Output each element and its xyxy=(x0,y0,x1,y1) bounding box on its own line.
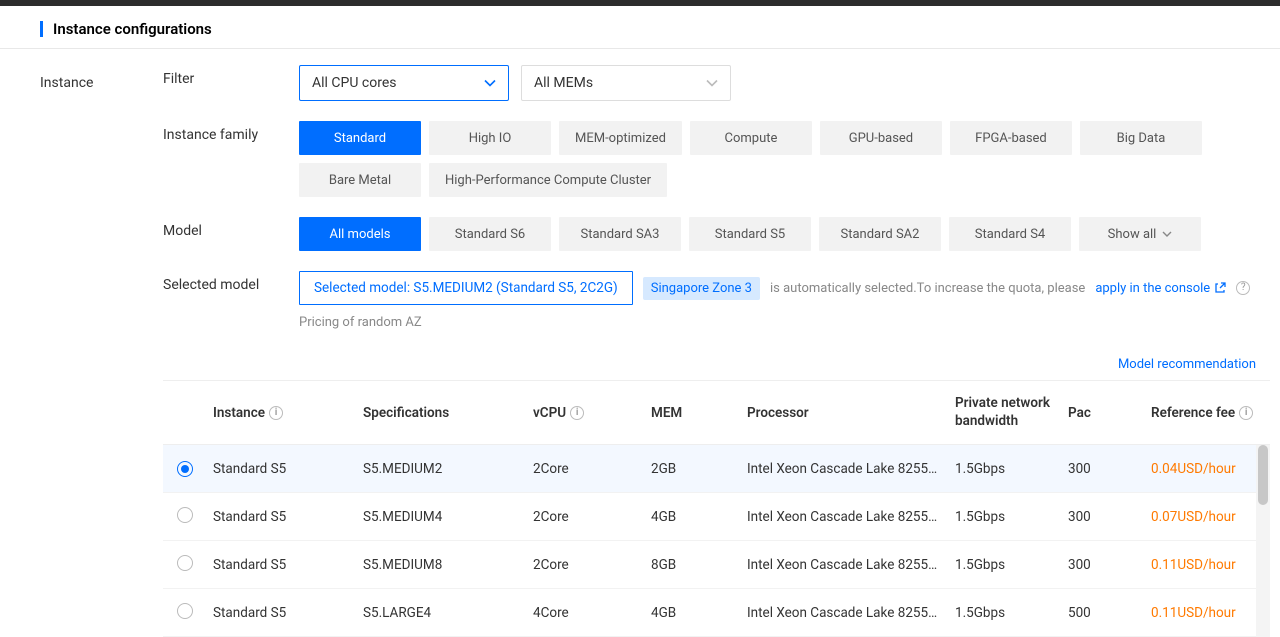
table-scrollbar[interactable] xyxy=(1256,445,1270,637)
chevron-down-icon xyxy=(706,79,718,87)
cell-vcpu: 2Core xyxy=(533,509,651,525)
mem-select[interactable]: All MEMs xyxy=(521,65,731,101)
section-header: Instance configurations xyxy=(0,6,1280,49)
row-radio[interactable] xyxy=(177,507,193,523)
model-chip[interactable]: Standard S5 xyxy=(689,217,811,251)
th-processor: Processor xyxy=(747,405,955,421)
cell-bandwidth: 1.5Gbps xyxy=(955,509,1068,525)
th-ref-fee: Reference fee i xyxy=(1151,405,1270,421)
cell-vcpu: 4Core xyxy=(533,605,651,621)
help-icon[interactable]: ? xyxy=(1236,281,1250,295)
mem-select-value: All MEMs xyxy=(534,75,593,91)
table-row[interactable]: Standard S5S5.MEDIUM42Core4GBIntel Xeon … xyxy=(163,493,1270,541)
th-vcpu: vCPU i xyxy=(533,405,651,421)
cell-vcpu: 2Core xyxy=(533,461,651,477)
model-chip[interactable]: Standard SA2 xyxy=(819,217,941,251)
cell-spec: S5.LARGE4 xyxy=(363,605,533,621)
table-row[interactable]: Standard S5S5.MEDIUM82Core8GBIntel Xeon … xyxy=(163,541,1270,589)
cpu-cores-select-value: All CPU cores xyxy=(312,75,397,91)
th-spec: Specifications xyxy=(363,405,533,421)
cpu-cores-select[interactable]: All CPU cores xyxy=(299,65,509,101)
instance-table: Instance i Specifications vCPU i MEM Pro… xyxy=(163,380,1270,637)
cell-packet: 300 xyxy=(1068,509,1151,525)
cell-fee: 0.11USD/hour xyxy=(1151,605,1270,621)
th-instance: Instance i xyxy=(213,405,363,421)
cell-fee: 0.04USD/hour xyxy=(1151,461,1270,477)
cell-instance: Standard S5 xyxy=(213,509,363,525)
pricing-random-az-text: Pricing of random AZ xyxy=(299,315,422,330)
external-link-icon xyxy=(1214,282,1226,294)
table-header: Instance i Specifications vCPU i MEM Pro… xyxy=(163,381,1270,445)
cell-mem: 4GB xyxy=(651,605,747,621)
cell-spec: S5.MEDIUM4 xyxy=(363,509,533,525)
side-label-instance: Instance xyxy=(40,65,163,637)
instance-family-chip[interactable]: Standard xyxy=(299,121,421,155)
instance-family-chip[interactable]: High IO xyxy=(429,121,551,155)
instance-family-chip[interactable]: FPGA-based xyxy=(950,121,1072,155)
cell-bandwidth: 1.5Gbps xyxy=(955,605,1068,621)
show-all-button[interactable]: Show all xyxy=(1079,217,1201,251)
cell-mem: 4GB xyxy=(651,509,747,525)
row-radio[interactable] xyxy=(177,603,193,619)
th-packet: Pac xyxy=(1068,405,1151,421)
model-label: Model xyxy=(163,217,299,239)
row-radio[interactable] xyxy=(177,461,193,477)
apply-console-link-text: apply in the console xyxy=(1095,281,1210,296)
cell-bandwidth: 1.5Gbps xyxy=(955,461,1068,477)
section-accent-bar xyxy=(40,21,43,37)
apply-console-link[interactable]: apply in the console xyxy=(1095,281,1226,296)
instance-family-chip[interactable]: GPU-based xyxy=(820,121,942,155)
instance-family-chip[interactable]: MEM-optimized xyxy=(559,121,682,155)
cell-instance: Standard S5 xyxy=(213,605,363,621)
instance-family-chip[interactable]: Bare Metal xyxy=(299,163,421,197)
selected-model-label: Selected model xyxy=(163,271,299,293)
cell-processor: Intel Xeon Cascade Lake 8255C/I... xyxy=(747,461,955,477)
chevron-down-icon xyxy=(484,79,496,87)
cell-processor: Intel Xeon Cascade Lake 8255C/I... xyxy=(747,605,955,621)
cell-fee: 0.07USD/hour xyxy=(1151,509,1270,525)
model-chip[interactable]: Standard S6 xyxy=(429,217,551,251)
model-chip[interactable]: All models xyxy=(299,217,421,251)
cell-packet: 500 xyxy=(1068,605,1151,621)
instance-family-chip[interactable]: High-Performance Compute Cluster xyxy=(429,163,667,197)
info-icon[interactable]: i xyxy=(570,406,584,420)
auto-selected-text: is automatically selected.To increase th… xyxy=(770,281,1085,296)
cell-mem: 2GB xyxy=(651,461,747,477)
model-chip[interactable]: Standard SA3 xyxy=(559,217,681,251)
zone-badge: Singapore Zone 3 xyxy=(643,277,760,300)
instance-family-chip[interactable]: Big Data xyxy=(1080,121,1202,155)
th-mem: MEM xyxy=(651,405,747,421)
instance-family-label: Instance family xyxy=(163,121,299,143)
instance-family-chip[interactable]: Compute xyxy=(690,121,812,155)
cell-packet: 300 xyxy=(1068,461,1151,477)
scrollbar-thumb[interactable] xyxy=(1258,445,1268,505)
model-chip[interactable]: Standard S4 xyxy=(949,217,1071,251)
cell-processor: Intel Xeon Cascade Lake 8255C/I... xyxy=(747,509,955,525)
model-recommendation-link[interactable]: Model recommendation xyxy=(1118,357,1256,372)
selected-model-chip[interactable]: Selected model: S5.MEDIUM2 (Standard S5,… xyxy=(299,271,633,305)
info-icon[interactable]: i xyxy=(1239,406,1253,420)
info-icon[interactable]: i xyxy=(269,406,283,420)
cell-spec: S5.MEDIUM2 xyxy=(363,461,533,477)
th-bandwidth: Private network bandwidth xyxy=(955,395,1068,430)
table-row[interactable]: Standard S5S5.LARGE44Core4GBIntel Xeon C… xyxy=(163,589,1270,637)
row-radio[interactable] xyxy=(177,555,193,571)
filter-label: Filter xyxy=(163,65,299,87)
section-title: Instance configurations xyxy=(53,20,212,38)
table-row[interactable]: Standard S5S5.MEDIUM22Core2GBIntel Xeon … xyxy=(163,445,1270,493)
cell-instance: Standard S5 xyxy=(213,461,363,477)
